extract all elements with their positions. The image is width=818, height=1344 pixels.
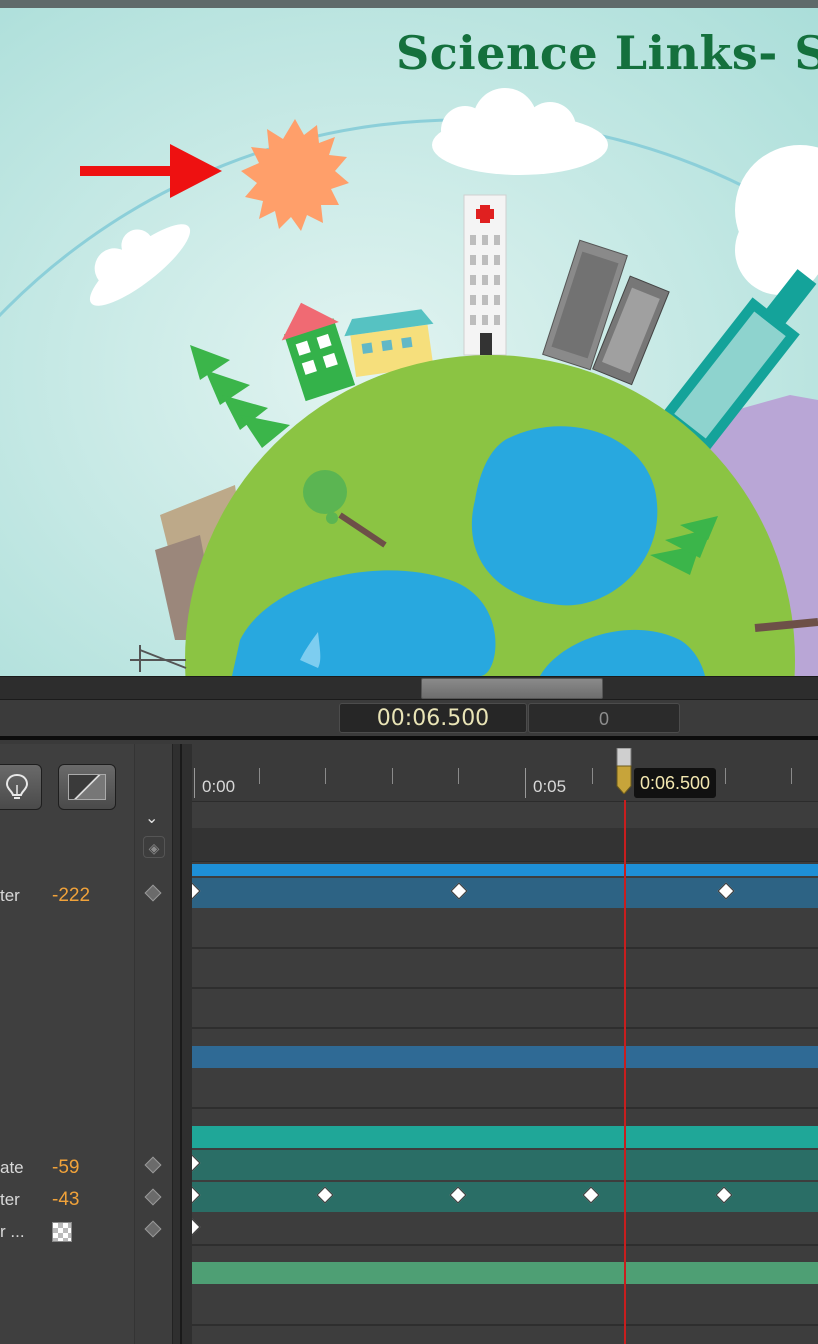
timeline-panel: ter -222 ate -59 ter -43 r ... ⌄ ◈ 0:00 … xyxy=(0,744,818,1344)
ruler-tick xyxy=(392,768,393,784)
ruler-label: 0:05 xyxy=(533,777,567,796)
chevron-down-icon[interactable]: ⌄ xyxy=(145,808,158,828)
panel-splitter[interactable] xyxy=(172,744,192,1344)
property-row[interactable]: ate -59 xyxy=(0,1152,134,1182)
property-value[interactable]: -43 xyxy=(52,1189,79,1211)
add-keyframe-diamond-icon[interactable] xyxy=(144,1188,162,1206)
add-keyframe-diamond-icon[interactable] xyxy=(144,884,162,902)
ruler-tick xyxy=(725,768,726,784)
property-label: ate xyxy=(0,1158,24,1177)
horizontal-scrollbar[interactable] xyxy=(0,676,818,700)
property-label: r ... xyxy=(0,1222,25,1241)
add-keyframe-diamond-icon[interactable] xyxy=(144,1220,162,1238)
keyframe-toggle-column: ⌄ ◈ xyxy=(134,744,172,1344)
ruler-tick xyxy=(259,768,260,784)
gradient-swatch-icon xyxy=(68,774,106,800)
transport-bar: 00:06.500 0 xyxy=(0,700,818,740)
link-keyframes-icon[interactable]: ◈ xyxy=(143,836,165,858)
tree-icon xyxy=(303,470,347,514)
property-row[interactable]: ter -222 xyxy=(0,880,134,910)
ruler-tick xyxy=(791,768,792,784)
stage-title-text: Science Links- S xyxy=(396,26,818,80)
hospital-building-icon xyxy=(463,194,507,356)
scrollbar-thumb[interactable] xyxy=(421,678,603,699)
layer-duration-bar[interactable] xyxy=(192,1262,818,1284)
layer-duration-bar[interactable] xyxy=(192,1046,818,1068)
ruler-tick xyxy=(194,768,195,798)
property-track[interactable] xyxy=(192,1150,818,1180)
ruler-tick xyxy=(458,768,459,784)
gradient-button[interactable] xyxy=(58,764,116,810)
keyframe-diamond[interactable] xyxy=(192,1218,201,1236)
playhead-line[interactable] xyxy=(624,800,626,1344)
frame-counter-display[interactable]: 0 xyxy=(528,703,680,733)
stage-preview[interactable]: Science Links- S xyxy=(0,0,818,676)
stage-illustration xyxy=(0,0,818,676)
checkerboard-swatch[interactable] xyxy=(52,1222,72,1242)
layer-duration-bar[interactable] xyxy=(192,864,818,876)
property-label: ter xyxy=(0,1190,20,1209)
property-value[interactable]: -59 xyxy=(52,1157,79,1179)
ruler-label: 0:00 xyxy=(202,777,236,796)
lightbulb-icon xyxy=(5,773,29,799)
property-row[interactable]: r ... xyxy=(0,1216,134,1246)
light-button[interactable] xyxy=(0,764,42,810)
section-header-strip xyxy=(192,828,818,862)
ruler-tick xyxy=(325,768,326,784)
timeline-tracks[interactable]: 0:00 0:05 0:06.500 xyxy=(192,744,818,1344)
playhead-handle[interactable] xyxy=(616,748,632,794)
property-list: ter -222 ate -59 ter -43 r ... xyxy=(0,744,134,1344)
ruler-tick xyxy=(525,768,526,798)
property-value[interactable]: -222 xyxy=(52,885,90,907)
ruler-tick xyxy=(592,768,593,784)
playhead-time-label: 0:06.500 xyxy=(634,768,717,798)
layer-duration-bar[interactable] xyxy=(192,1126,818,1148)
current-time-display[interactable]: 00:06.500 xyxy=(339,703,527,733)
add-keyframe-diamond-icon[interactable] xyxy=(144,1156,162,1174)
property-row[interactable]: ter -43 xyxy=(0,1184,134,1214)
property-label: ter xyxy=(0,886,20,905)
time-ruler[interactable]: 0:00 0:05 xyxy=(192,744,818,802)
